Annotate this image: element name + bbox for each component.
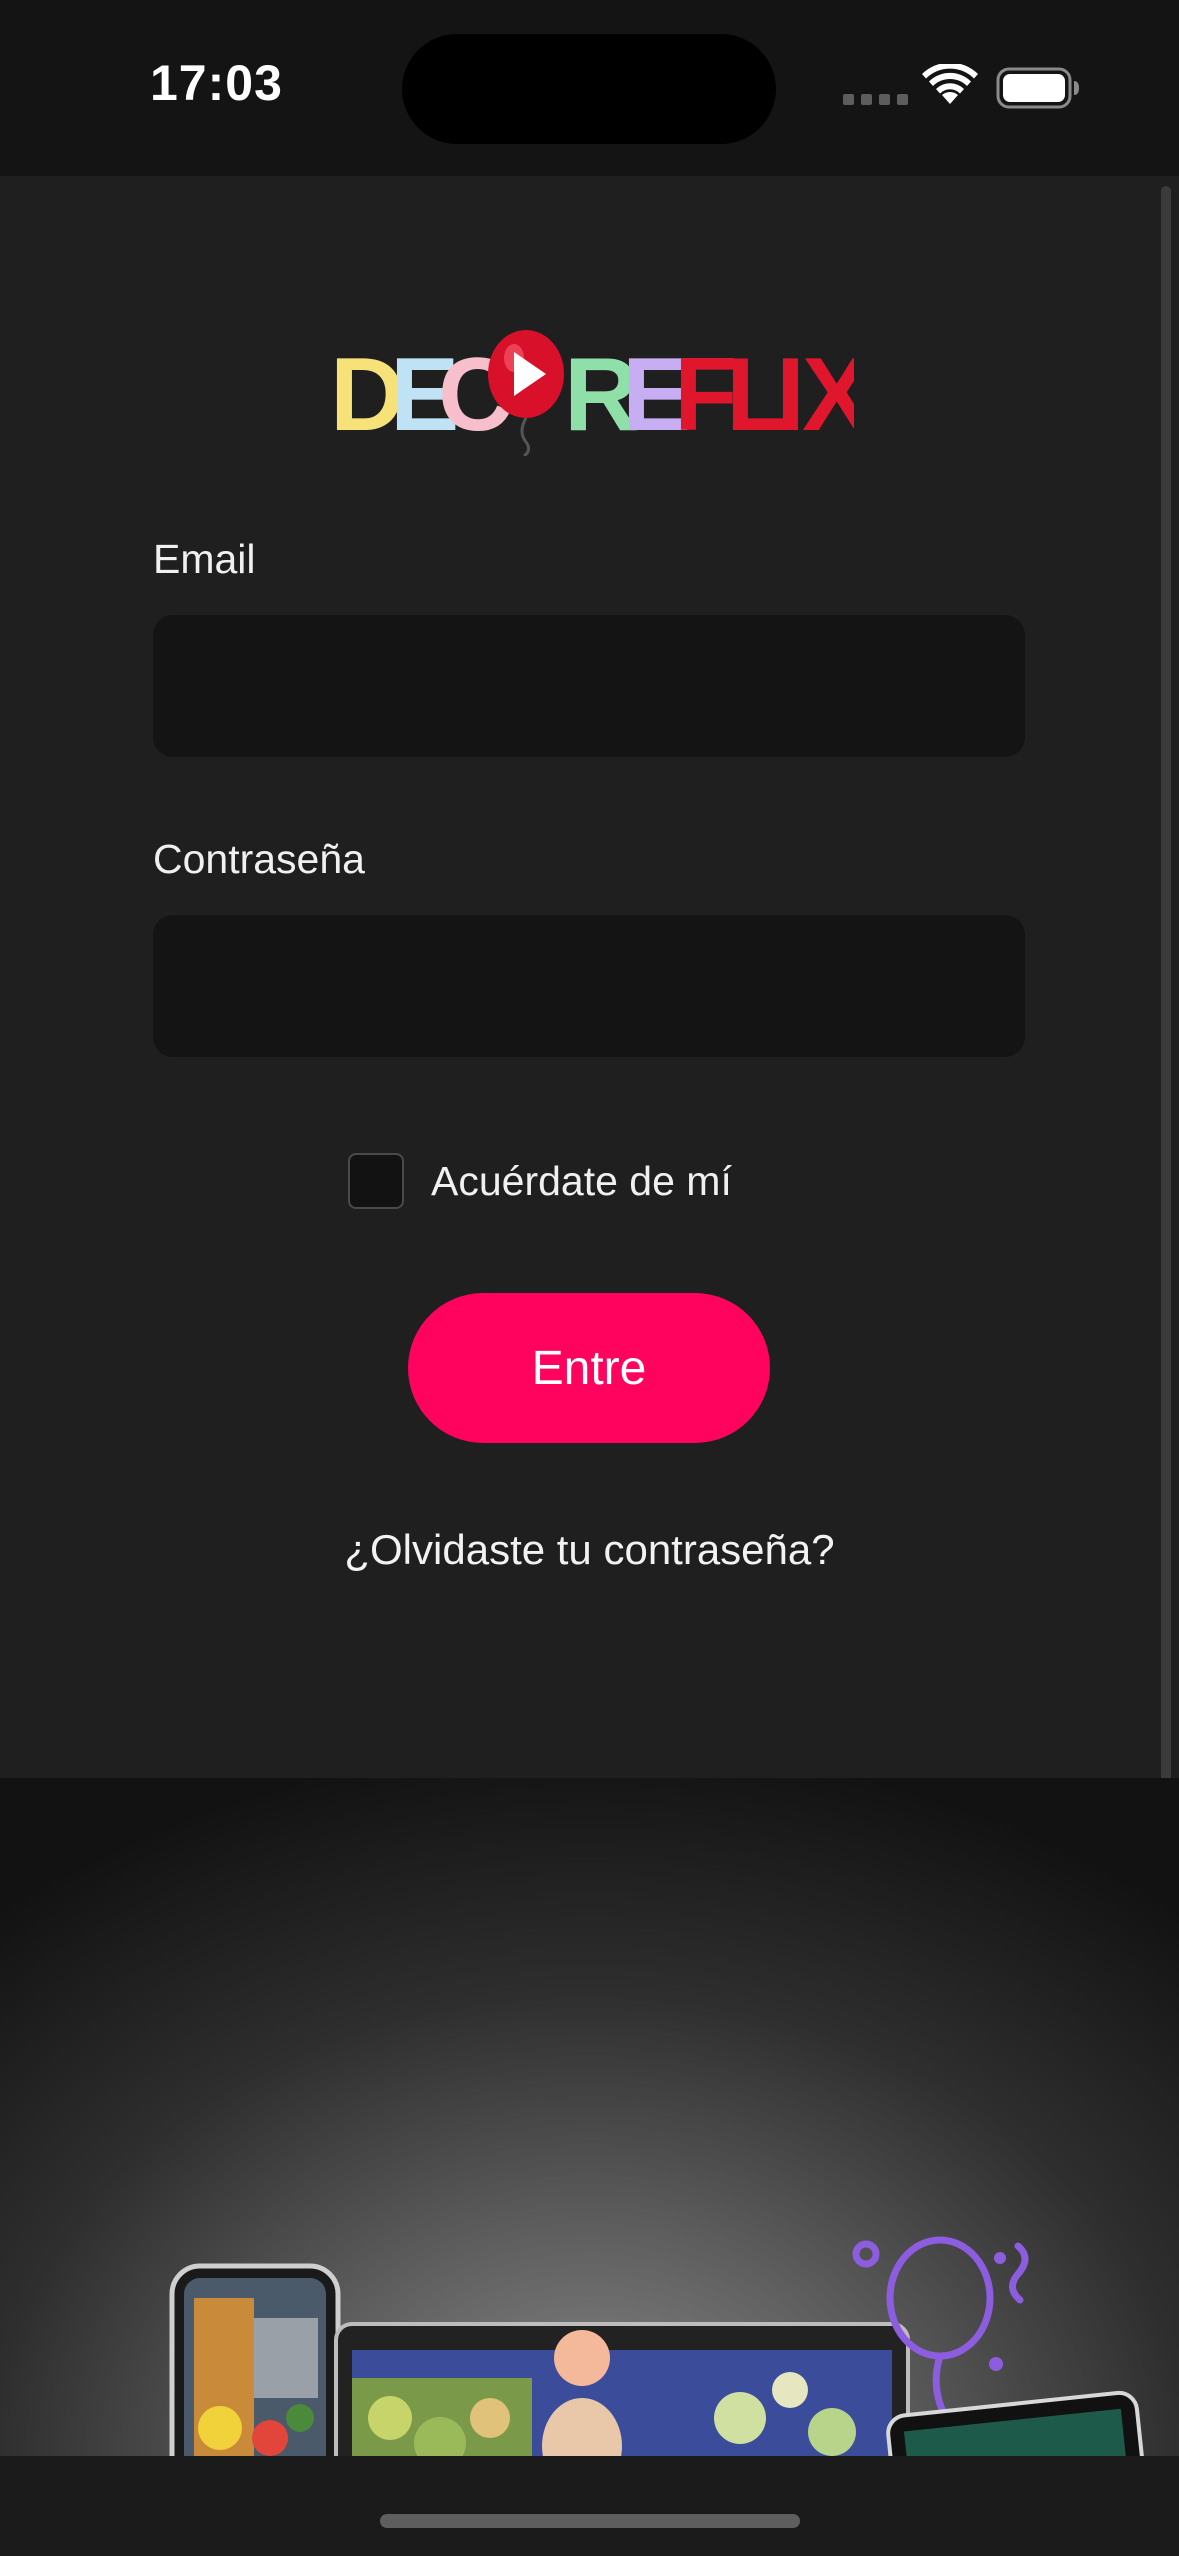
email-label: Email xyxy=(153,536,256,582)
email-field[interactable] xyxy=(153,615,1025,757)
devices-illustration xyxy=(169,2236,1148,2456)
status-time: 17:03 xyxy=(150,55,283,111)
status-bar: 17:03 xyxy=(0,0,1179,176)
logo-letter: X xyxy=(802,337,854,453)
battery-icon xyxy=(996,67,1079,109)
remember-me-label: Acuérdate de mí xyxy=(431,1157,732,1204)
promo-devices-image xyxy=(0,1778,1179,2456)
login-button[interactable]: Entre xyxy=(408,1293,770,1443)
remember-me-checkbox[interactable] xyxy=(348,1153,404,1209)
wifi-icon xyxy=(922,64,978,104)
password-label: Contraseña xyxy=(153,836,365,882)
remember-me-row[interactable]: Acuérdate de mí xyxy=(348,1153,732,1209)
app-logo: D E C R E F L I X xyxy=(330,330,854,456)
password-field[interactable] xyxy=(153,915,1025,1057)
cellular-signal-icon xyxy=(843,94,908,105)
home-indicator-area xyxy=(0,2456,1179,2556)
dynamic-island xyxy=(402,34,776,144)
forgot-password-link[interactable]: ¿Olvidaste tu contraseña? xyxy=(0,1526,1179,1574)
logo-letter: I xyxy=(776,337,805,453)
scrollbar[interactable] xyxy=(1161,186,1171,1920)
home-indicator[interactable] xyxy=(380,2514,800,2528)
